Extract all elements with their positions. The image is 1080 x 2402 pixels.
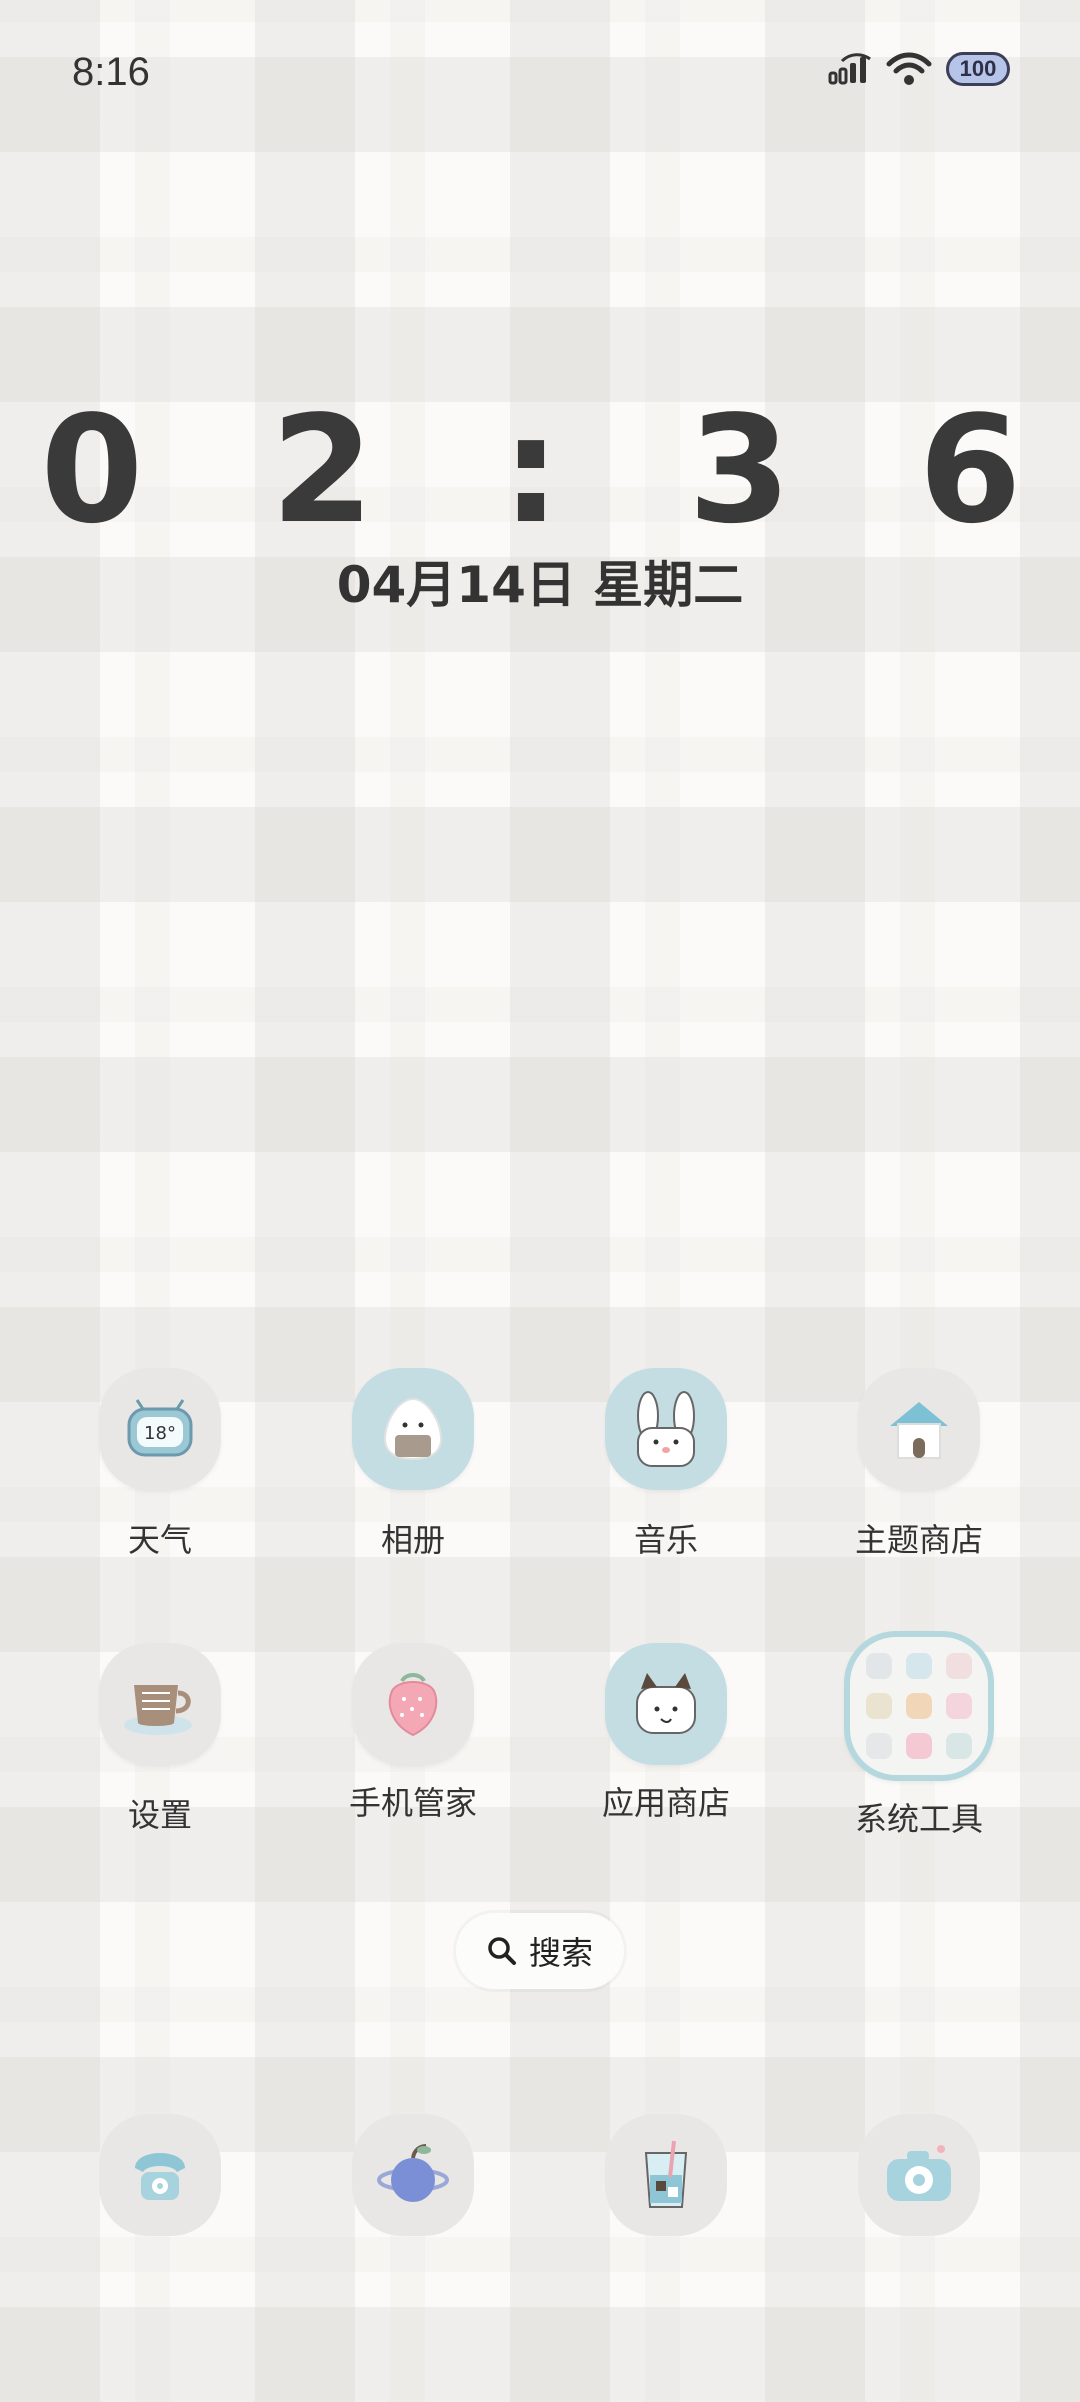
phone-manager-icon	[352, 1643, 474, 1765]
clock-widget[interactable]: 0 2 : 3 6 04月14日 星期二	[0, 390, 1080, 620]
app-store[interactable]: 应用商店	[556, 1643, 776, 1823]
gallery-icon	[352, 1368, 474, 1490]
clock-time: 0 2 : 3 6	[40, 384, 1060, 556]
dock-browser[interactable]	[352, 2114, 474, 2236]
app-label: 音乐	[633, 1521, 698, 1559]
folder-mini-grid	[866, 1653, 972, 1759]
dock-messages[interactable]	[605, 2114, 727, 2236]
status-icons: 100	[828, 52, 1010, 86]
app-label: 手机管家	[348, 1784, 477, 1822]
battery-icon: 100	[946, 52, 1010, 86]
camera-icon	[887, 2145, 951, 2201]
app-store-icon	[605, 1643, 727, 1765]
status-bar: 8:16 100	[0, 0, 1080, 150]
signal-icon	[828, 53, 871, 85]
app-label: 应用商店	[601, 1784, 730, 1822]
app-weather[interactable]: 18° 天气	[50, 1368, 270, 1560]
search-button[interactable]: 搜索	[456, 1913, 624, 1989]
app-label: 天气	[127, 1521, 192, 1559]
app-label: 系统工具	[854, 1800, 983, 1838]
weather-icon: 18°	[99, 1368, 221, 1490]
messages-icon	[644, 2140, 688, 2208]
app-gallery[interactable]: 相册	[303, 1368, 523, 1560]
browser-icon	[377, 2144, 449, 2202]
dock-camera[interactable]	[858, 2114, 980, 2236]
clock-date: 04月14日 星期二	[336, 556, 744, 614]
wifi-icon	[886, 52, 932, 85]
settings-icon	[99, 1643, 221, 1765]
phone-icon	[135, 2153, 185, 2200]
search-icon	[488, 1937, 516, 1965]
search-label: 搜索	[528, 1934, 593, 1972]
dock-phone[interactable]	[99, 2114, 221, 2236]
app-label: 相册	[380, 1521, 445, 1559]
app-settings[interactable]: 设置	[50, 1643, 270, 1835]
system-tools-folder-icon	[844, 1631, 994, 1781]
app-system-tools-folder[interactable]: 系统工具	[809, 1631, 1029, 1839]
app-theme-store[interactable]: 主题商店	[809, 1368, 1029, 1560]
app-label: 设置	[127, 1796, 192, 1834]
music-icon	[605, 1368, 727, 1490]
app-label: 主题商店	[854, 1521, 983, 1559]
app-phone-manager[interactable]: 手机管家	[303, 1643, 523, 1823]
status-time: 8:16	[72, 50, 150, 94]
svg-text:18°: 18°	[144, 1423, 176, 1444]
theme-store-icon	[858, 1368, 980, 1490]
app-music[interactable]: 音乐	[556, 1368, 776, 1560]
